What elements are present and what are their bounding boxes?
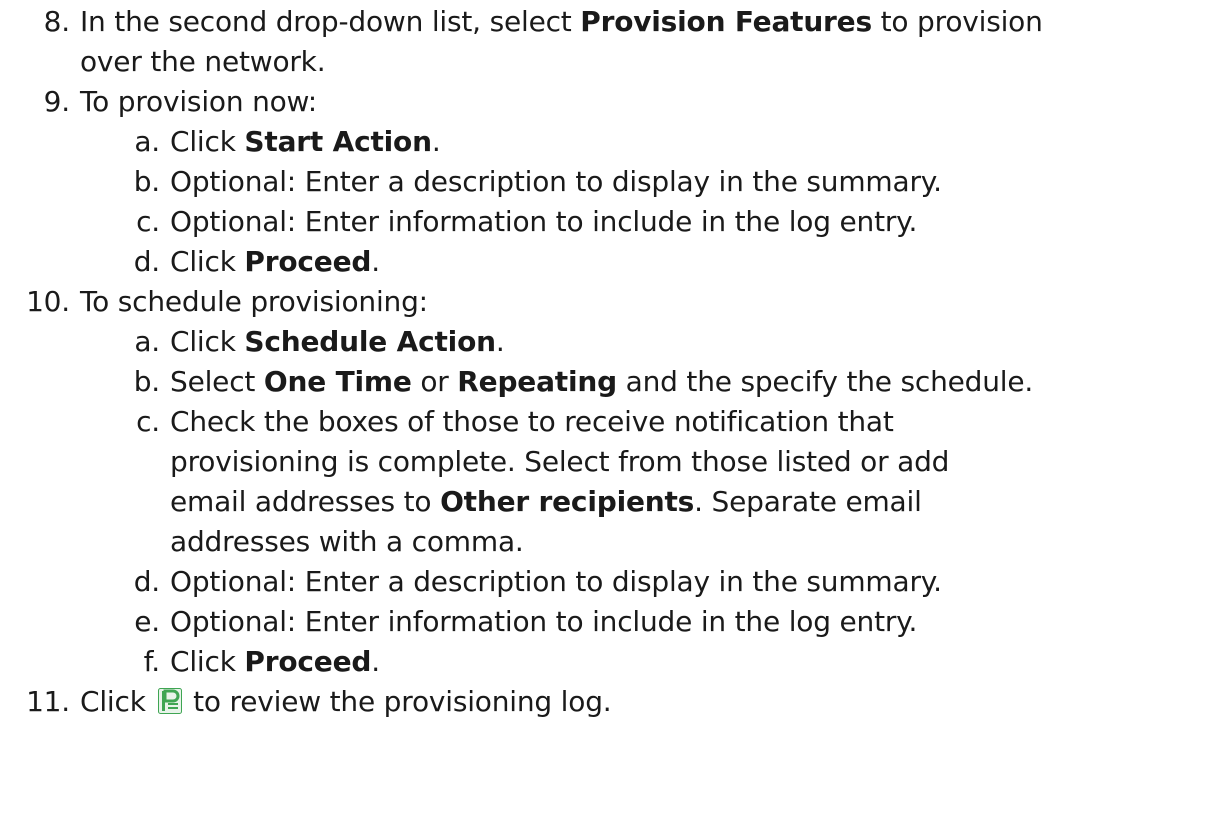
substep-label: b. — [133, 365, 160, 398]
provisioning-log-icon[interactable] — [158, 688, 183, 714]
step-number: 10. — [26, 285, 70, 318]
emphasis: Start Action — [244, 125, 432, 158]
step-9a-text: Click Start Action. — [170, 125, 441, 158]
substep-label: a. — [134, 125, 160, 158]
step-10b-text: Select One Time or Repeating and the spe… — [170, 365, 1034, 398]
substep-label: f. — [143, 645, 161, 678]
substep-label: b. — [133, 165, 160, 198]
step-10c-line-4: addresses with a comma. — [170, 525, 524, 558]
emphasis: One Time — [263, 365, 412, 398]
emphasis: Schedule Action — [244, 325, 496, 358]
step-11-text: Click to review the provisioning log. — [80, 685, 612, 718]
substep-label: c. — [136, 205, 160, 238]
substep-label: d. — [133, 245, 160, 278]
substep-label: d. — [133, 565, 160, 598]
substep-label: a. — [134, 325, 160, 358]
step-10c-line-1: Check the boxes of those to receive noti… — [170, 405, 894, 438]
step-number: 11. — [26, 685, 70, 718]
step-10e-text: Optional: Enter information to include i… — [170, 605, 918, 638]
step-8-line-2: over the network. — [80, 45, 326, 78]
step-10c-line-2: provisioning is complete. Select from th… — [170, 445, 950, 478]
substep-label: c. — [136, 405, 160, 438]
emphasis: Proceed — [244, 645, 372, 678]
emphasis: Provision Features — [580, 5, 872, 38]
step-9b-text: Optional: Enter a description to display… — [170, 165, 942, 198]
step-10-text: To schedule provisioning: — [80, 285, 428, 318]
step-9d-text: Click Proceed. — [170, 245, 380, 278]
emphasis: Other recipients — [440, 485, 695, 518]
step-10a-text: Click Schedule Action. — [170, 325, 505, 358]
emphasis: Repeating — [457, 365, 617, 398]
step-9-text: To provision now: — [80, 85, 317, 118]
step-9c-text: Optional: Enter information to include i… — [170, 205, 918, 238]
step-8-line-1: In the second drop-down list, select Pro… — [80, 5, 1043, 38]
instructions-document: 8. In the second drop-down list, select … — [0, 0, 1231, 826]
substep-label: e. — [134, 605, 160, 638]
emphasis: Proceed — [244, 245, 372, 278]
step-10f-text: Click Proceed. — [170, 645, 380, 678]
step-number: 9. — [43, 85, 71, 118]
step-10c-line-3: email addresses to Other recipients. Sep… — [170, 485, 922, 518]
step-number: 8. — [43, 5, 71, 38]
step-10d-text: Optional: Enter a description to display… — [170, 565, 942, 598]
